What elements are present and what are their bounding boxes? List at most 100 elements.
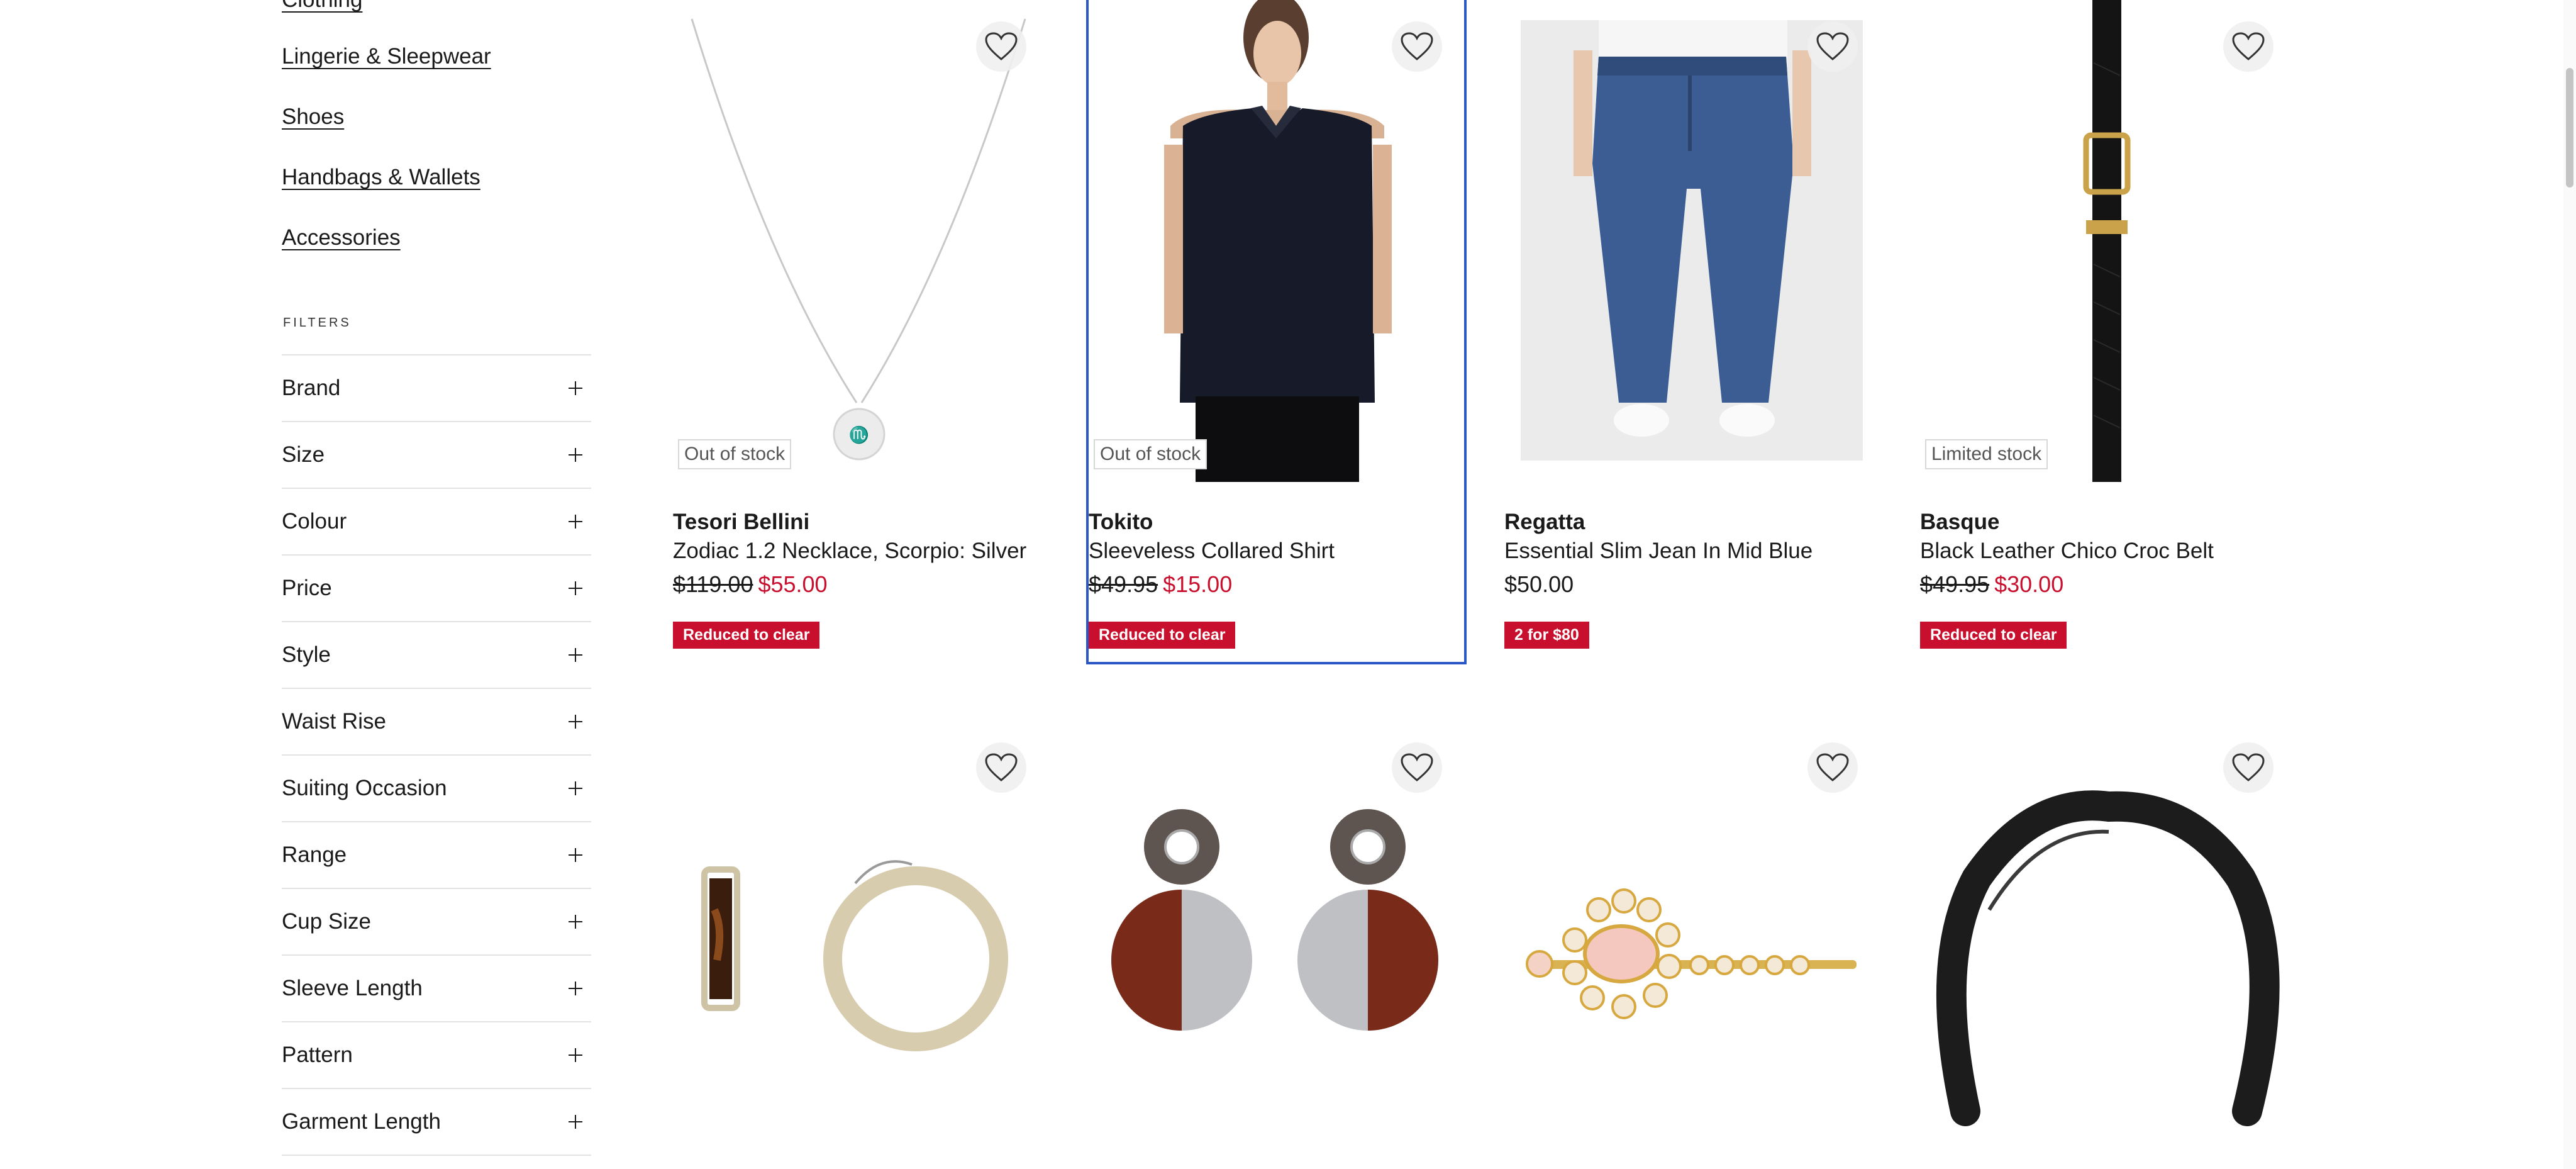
wishlist-button[interactable] <box>2223 742 2273 793</box>
wishlist-button[interactable] <box>1807 742 1858 793</box>
sale-price: $15.00 <box>1163 571 1233 597</box>
product-price: $49.95 $30.00 <box>1920 571 2063 598</box>
filter-label: Pattern <box>282 1043 353 1067</box>
product-card[interactable]: Regatta Essential Slim Jean In Mid Blue … <box>1504 0 1880 662</box>
sale-price: $30.00 <box>1994 571 2064 597</box>
category-link-shoes[interactable]: Shoes <box>282 104 344 130</box>
filter-brand[interactable]: Brand <box>282 355 591 422</box>
plus-icon <box>569 448 582 462</box>
filter-label: Brand <box>282 376 341 400</box>
wishlist-button[interactable] <box>976 21 1026 72</box>
product-image[interactable] <box>1504 0 1880 482</box>
filter-label: Suiting Occasion <box>282 776 447 800</box>
product-price: $50.00 <box>1504 571 1574 598</box>
filter-list: Brand Size Colour Price Style Waist Rise… <box>282 354 591 1156</box>
promo-badge: Reduced to clear <box>673 622 820 649</box>
wishlist-button[interactable] <box>1807 21 1858 72</box>
wishlist-button[interactable] <box>1392 742 1442 793</box>
scrollbar-thumb[interactable] <box>2566 68 2573 187</box>
plus-icon <box>569 1048 582 1062</box>
stock-status-badge: Out of stock <box>1094 439 1208 469</box>
heart-outline-icon <box>1401 753 1433 781</box>
filter-colour[interactable]: Colour <box>282 489 591 556</box>
plus-icon <box>569 781 582 795</box>
black-croc-belt-image <box>2083 0 2131 482</box>
plus-icon <box>569 982 582 995</box>
plus-icon <box>569 648 582 662</box>
category-link-clothing[interactable]: Clothing <box>282 0 362 13</box>
product-name[interactable]: Essential Slim Jean In Mid Blue <box>1504 539 1813 564</box>
filters-heading: FILTERS <box>283 316 352 330</box>
product-card[interactable]: Limited stock Basque Black Leather Chico… <box>1920 0 2296 662</box>
was-price: $49.95 <box>1089 571 1158 597</box>
filter-label: Colour <box>282 509 347 534</box>
filter-price[interactable]: Price <box>282 556 591 622</box>
promo-badge: Reduced to clear <box>1089 622 1236 649</box>
page-scrollbar[interactable] <box>2563 0 2576 1169</box>
silver-pendant-necklace-image: ♏ <box>691 18 1026 461</box>
product-name[interactable]: Sleeveless Collared Shirt <box>1089 539 1335 564</box>
filter-label: Range <box>282 842 347 867</box>
filter-range[interactable]: Range <box>282 822 591 889</box>
regular-price: $50.00 <box>1504 571 1574 597</box>
filter-label: Cup Size <box>282 909 372 934</box>
filter-label: Style <box>282 642 331 667</box>
category-link-handbags-wallets[interactable]: Handbags & Wallets <box>282 165 480 190</box>
was-price: $49.95 <box>1920 571 1990 597</box>
promo-badge: 2 for $80 <box>1504 622 1589 649</box>
plus-icon <box>569 515 582 529</box>
filter-label: Garment Length <box>282 1109 441 1134</box>
product-brand[interactable]: Tesori Bellini <box>673 510 809 535</box>
filter-label: Price <box>282 576 332 600</box>
svg-text:♏: ♏ <box>849 425 869 445</box>
plus-icon <box>569 715 582 729</box>
product-name[interactable]: Black Leather Chico Croc Belt <box>1920 539 2214 564</box>
product-image[interactable]: ♏ <box>673 0 1048 482</box>
plus-icon <box>569 915 582 929</box>
product-card[interactable] <box>1504 721 1880 1169</box>
wishlist-button[interactable] <box>1392 21 1442 72</box>
sale-price: $55.00 <box>758 571 828 597</box>
stock-status-badge: Out of stock <box>678 439 792 469</box>
product-name[interactable]: Zodiac 1.2 Necklace, Scorpio: Silver <box>673 539 1026 564</box>
wishlist-button[interactable] <box>976 742 1026 793</box>
category-link-lingerie-sleepwear[interactable]: Lingerie & Sleepwear <box>282 44 491 69</box>
product-brand[interactable]: Regatta <box>1504 510 1585 535</box>
promo-badge: Reduced to clear <box>1920 622 2067 649</box>
product-card[interactable] <box>1089 721 1464 1169</box>
filter-size[interactable]: Size <box>282 422 591 489</box>
heart-outline-icon <box>1401 32 1433 60</box>
plus-icon <box>569 848 582 862</box>
product-card[interactable]: ♏ Out of stock Tesori Bellini Zodiac 1.2… <box>673 0 1048 662</box>
product-price: $49.95 $15.00 <box>1089 571 1232 598</box>
filter-label: Size <box>282 442 325 467</box>
filter-garment-length[interactable]: Garment Length <box>282 1089 591 1156</box>
product-price: $119.00 $55.00 <box>673 571 828 598</box>
product-brand[interactable]: Basque <box>1920 510 1999 535</box>
blue-slim-jeans-image <box>1521 20 1863 461</box>
category-link-accessories[interactable]: Accessories <box>282 225 401 250</box>
wishlist-button[interactable] <box>2223 21 2273 72</box>
navy-sleeveless-shirt-image <box>1164 0 1392 482</box>
filter-style[interactable]: Style <box>282 622 591 689</box>
product-image[interactable] <box>1920 0 2296 482</box>
product-card[interactable] <box>1920 721 2296 1169</box>
filter-label: Waist Rise <box>282 709 386 734</box>
filter-pattern[interactable]: Pattern <box>282 1022 591 1089</box>
product-card[interactable] <box>673 721 1048 1169</box>
stock-status-badge: Limited stock <box>1925 439 2048 469</box>
plus-icon <box>569 381 582 395</box>
product-brand[interactable]: Tokito <box>1089 510 1153 535</box>
product-image[interactable] <box>1089 0 1464 482</box>
heart-outline-icon <box>2232 32 2265 60</box>
filter-sleeve-length[interactable]: Sleeve Length <box>282 956 591 1022</box>
was-price: $119.00 <box>673 571 753 597</box>
filter-suiting-occasion[interactable]: Suiting Occasion <box>282 756 591 822</box>
filter-waist-rise[interactable]: Waist Rise <box>282 689 591 756</box>
heart-outline-icon <box>985 753 1018 781</box>
product-card[interactable]: Out of stock Tokito Sleeveless Collared … <box>1086 0 1467 664</box>
filter-cup-size[interactable]: Cup Size <box>282 889 591 956</box>
heart-outline-icon <box>1816 32 1849 60</box>
heart-outline-icon <box>985 32 1018 60</box>
heart-outline-icon <box>2232 753 2265 781</box>
